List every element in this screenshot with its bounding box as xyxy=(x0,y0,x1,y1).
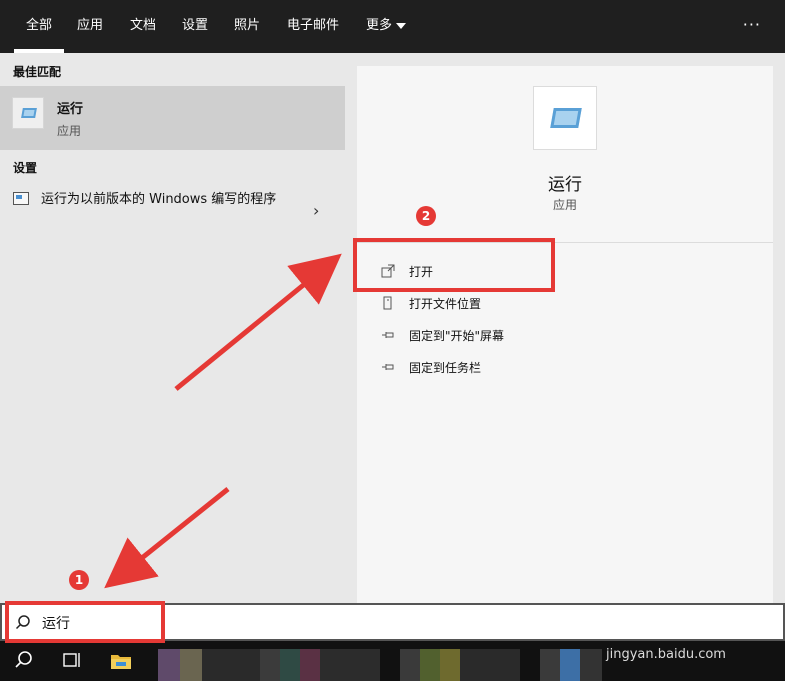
pin-to-start-label: 固定到"开始"屏幕 xyxy=(409,329,505,343)
file-location-icon xyxy=(383,296,392,310)
annotation-box-open xyxy=(353,238,555,292)
best-match-heading: 最佳匹配 xyxy=(13,65,62,79)
settings-result-label: 运行为以前版本的 Windows 编写的程序 xyxy=(41,192,277,207)
annotation-box-search xyxy=(5,601,165,643)
file-explorer-button[interactable] xyxy=(98,641,144,681)
settings-heading: 设置 xyxy=(13,161,38,175)
taskbar-app-thumbnail[interactable] xyxy=(320,649,380,681)
run-app-icon xyxy=(12,97,44,129)
app-title: 运行 xyxy=(548,175,582,195)
taskbar-app-thumbnail[interactable] xyxy=(580,649,602,681)
taskbar-app-thumbnail[interactable] xyxy=(460,649,520,681)
chevron-down-icon xyxy=(396,22,407,29)
tab-email[interactable]: 电子邮件 xyxy=(287,0,339,53)
taskbar-app-thumbnail[interactable] xyxy=(280,649,300,681)
best-match-item[interactable]: 运行 应用 xyxy=(0,86,345,150)
taskbar-app-thumbnail[interactable] xyxy=(560,649,580,681)
tab-documents[interactable]: 文档 xyxy=(130,0,156,53)
taskbar-app-thumbnail[interactable] xyxy=(180,649,202,681)
chevron-right-icon[interactable]: › xyxy=(313,201,319,220)
best-match-subtitle: 应用 xyxy=(57,124,82,138)
taskbar-app-thumbnail[interactable] xyxy=(400,649,420,681)
more-options-button[interactable]: ··· xyxy=(743,0,761,53)
tab-photos[interactable]: 照片 xyxy=(234,0,260,53)
open-file-location-label: 打开文件位置 xyxy=(409,297,482,311)
taskbar-app-thumbnail[interactable] xyxy=(440,649,460,681)
tab-more-label: 更多 xyxy=(366,18,393,33)
task-view-icon xyxy=(63,653,80,667)
taskbar-search-button[interactable] xyxy=(0,641,46,681)
taskbar-app-thumbnail[interactable] xyxy=(158,649,180,681)
tab-settings[interactable]: 设置 xyxy=(182,0,208,53)
tab-all[interactable]: 全部 xyxy=(14,0,64,53)
tab-apps[interactable]: 应用 xyxy=(77,0,103,53)
run-app-large-icon xyxy=(533,86,597,150)
annotation-badge-2: 2 xyxy=(416,206,436,226)
annotation-badge-1: 1 xyxy=(69,570,89,590)
task-view-button[interactable] xyxy=(48,641,94,681)
settings-result-item[interactable]: 运行为以前版本的 Windows 编写的程序 › xyxy=(0,187,345,233)
taskbar-app-thumbnail[interactable] xyxy=(420,649,440,681)
pin-icon xyxy=(382,364,394,370)
taskbar-app-thumbnail[interactable] xyxy=(540,649,560,681)
pin-icon xyxy=(382,332,394,338)
pin-to-taskbar-label: 固定到任务栏 xyxy=(409,361,482,375)
watermark-text: jingyan.baidu.com xyxy=(606,647,726,662)
results-pane: 最佳匹配 运行 应用 设置 运行为以前版本的 Windows 编写的程序 › xyxy=(0,53,345,603)
app-details-card: 运行 应用 打开 打开文件位置 固定到"开始"屏幕 固定到任务栏 xyxy=(357,66,773,603)
folder-icon xyxy=(111,655,131,669)
taskbar-app-thumbnail[interactable] xyxy=(260,649,280,681)
compatibility-settings-icon xyxy=(13,192,29,205)
search-filter-bar: 全部 应用 文档 设置 照片 电子邮件 更多 ··· xyxy=(0,0,785,53)
details-pane: 运行 应用 打开 打开文件位置 固定到"开始"屏幕 固定到任务栏 xyxy=(345,53,785,603)
taskbar-app-thumbnail[interactable] xyxy=(300,649,320,681)
taskbar-app-thumbnail[interactable] xyxy=(202,649,260,681)
tab-more[interactable]: 更多 xyxy=(366,0,407,53)
taskbar: jingyan.baidu.com xyxy=(0,641,785,681)
search-icon xyxy=(15,651,32,668)
best-match-title: 运行 xyxy=(57,102,84,117)
